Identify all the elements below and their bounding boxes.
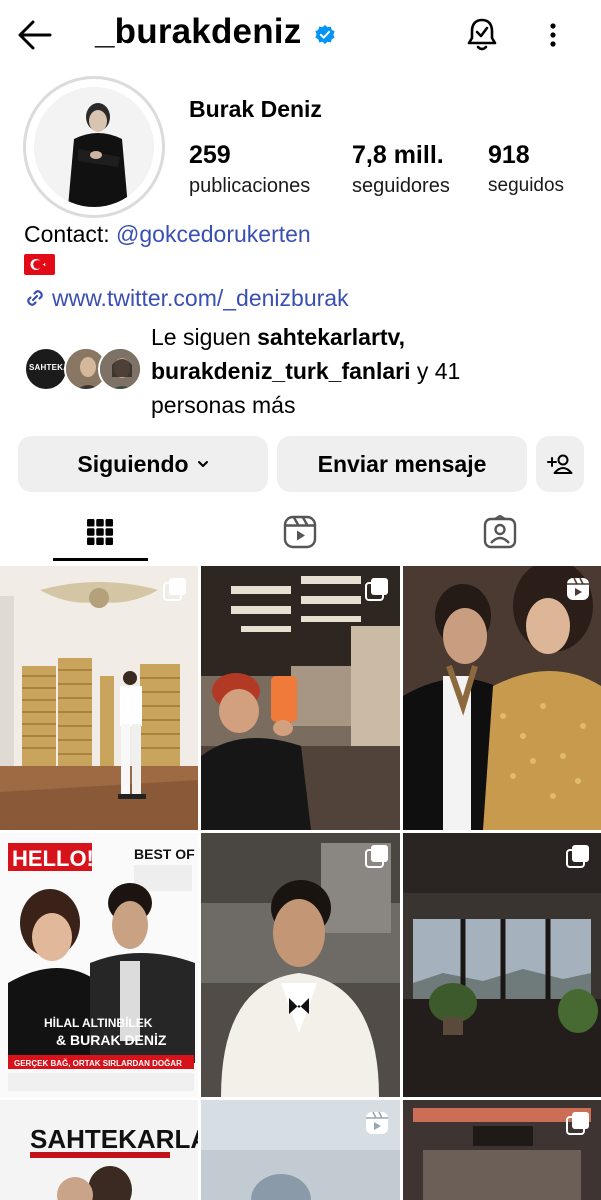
following-button-label: Siguiendo	[77, 450, 189, 477]
carousel-icon	[163, 578, 186, 601]
stat-following-label: seguidos	[488, 175, 565, 196]
followed-by-text: Le siguen sahtekarlartv, burakdeniz_turk_…	[151, 320, 551, 422]
hello-cover-brand: HELLO!	[12, 846, 94, 871]
post-thumbnail[interactable]	[403, 1100, 601, 1200]
followed-by-prefix: Le siguen	[151, 324, 258, 350]
tagged-icon	[483, 515, 517, 549]
chevron-down-icon	[197, 461, 208, 467]
followed-by-section[interactable]: SAHTEKARLAR Le siguen sahtekarlartv, bura…	[24, 320, 584, 420]
post-thumbnail[interactable]	[403, 566, 601, 830]
follower-avatar-text: SAHTEKARLAR	[29, 363, 66, 372]
send-message-button[interactable]: Enviar mensaje	[277, 436, 527, 492]
post-thumbnail[interactable]	[201, 566, 400, 830]
followed-by-user-2[interactable]: burakdeniz_turk_fanlari	[151, 358, 410, 384]
posts-grid: HELLO! BEST OF HİLAL ALTINBİLEK & BURAK …	[0, 566, 601, 1200]
carousel-icon	[365, 578, 388, 601]
carousel-icon	[365, 845, 388, 868]
post-thumbnail[interactable]	[403, 833, 601, 1097]
stat-followers-label: seguidores	[352, 175, 450, 197]
hello-cover-name-2: & BURAK DENİZ	[56, 1032, 167, 1048]
stat-posts-value: 259	[189, 141, 231, 169]
stat-followers-value: 7,8 mill.	[352, 141, 444, 169]
post-thumbnail[interactable]: HELLO! BEST OF HİLAL ALTINBİLEK & BURAK …	[0, 833, 198, 1097]
suggested-users-button[interactable]	[536, 436, 584, 492]
profile-avatar-ring[interactable]	[23, 76, 165, 218]
post-thumbnail[interactable]: SAHTEKARLAR	[0, 1100, 198, 1200]
profile-tabs	[0, 500, 601, 564]
bio-link-text: www.twitter.com/_denizburak	[52, 285, 349, 311]
profile-display-name: Burak Deniz	[189, 96, 322, 122]
stat-followers[interactable]: 7,8 mill. seguidores	[352, 140, 450, 199]
bio-contact-prefix: Contact:	[24, 221, 117, 247]
send-message-button-label: Enviar mensaje	[317, 450, 487, 477]
reels-icon	[283, 515, 317, 549]
stat-following[interactable]: 918 seguidos	[488, 140, 564, 199]
stat-following-value: 918	[488, 141, 530, 169]
carousel-icon	[566, 1112, 589, 1135]
sahtekarlar-poster-title: SAHTEKARLAR	[30, 1124, 198, 1154]
followed-by-user-1[interactable]: sahtekarlartv,	[257, 324, 405, 350]
notification-bell-icon[interactable]	[464, 16, 500, 54]
stat-posts[interactable]: 259 publicaciones	[189, 140, 310, 199]
profile-username: _burakdeniz	[95, 12, 302, 51]
reel-icon	[366, 1111, 388, 1134]
turkey-flag-icon	[24, 254, 55, 275]
verified-badge-icon	[315, 25, 335, 44]
profile-avatar	[34, 87, 154, 207]
follower-avatar	[98, 347, 142, 391]
follower-avatar: SAHTEKARLAR	[24, 347, 68, 391]
add-person-icon	[547, 454, 573, 474]
reel-icon	[567, 577, 589, 600]
grid-icon	[87, 519, 113, 545]
more-options-icon[interactable]	[540, 20, 566, 50]
post-thumbnail[interactable]	[0, 566, 198, 830]
carousel-icon	[566, 845, 589, 868]
link-icon	[27, 290, 43, 306]
top-bar: _burakdeniz	[0, 0, 601, 70]
post-thumbnail[interactable]	[201, 1100, 400, 1200]
tab-reels[interactable]	[200, 500, 400, 564]
following-button[interactable]: Siguiendo	[18, 436, 268, 492]
bio-contact-handle[interactable]: @gokcedorukerten	[116, 221, 311, 247]
back-arrow-icon[interactable]	[16, 18, 54, 52]
bio-link[interactable]: www.twitter.com/_denizburak	[24, 285, 349, 312]
post-thumbnail[interactable]	[201, 833, 400, 1097]
hello-cover-name-1: HİLAL ALTINBİLEK	[44, 1015, 153, 1030]
bio-contact-line: Contact: @gokcedorukerten	[24, 221, 311, 248]
hello-cover-headline: GERÇEK BAĞ, ORTAK SIRLARDAN DOĞAR	[14, 1059, 182, 1068]
hello-cover-best-of: BEST OF	[134, 846, 195, 862]
active-tab-indicator	[53, 558, 148, 561]
stat-posts-label: publicaciones	[189, 175, 311, 197]
tab-tagged[interactable]	[400, 500, 600, 564]
tab-posts-grid[interactable]	[0, 500, 200, 564]
